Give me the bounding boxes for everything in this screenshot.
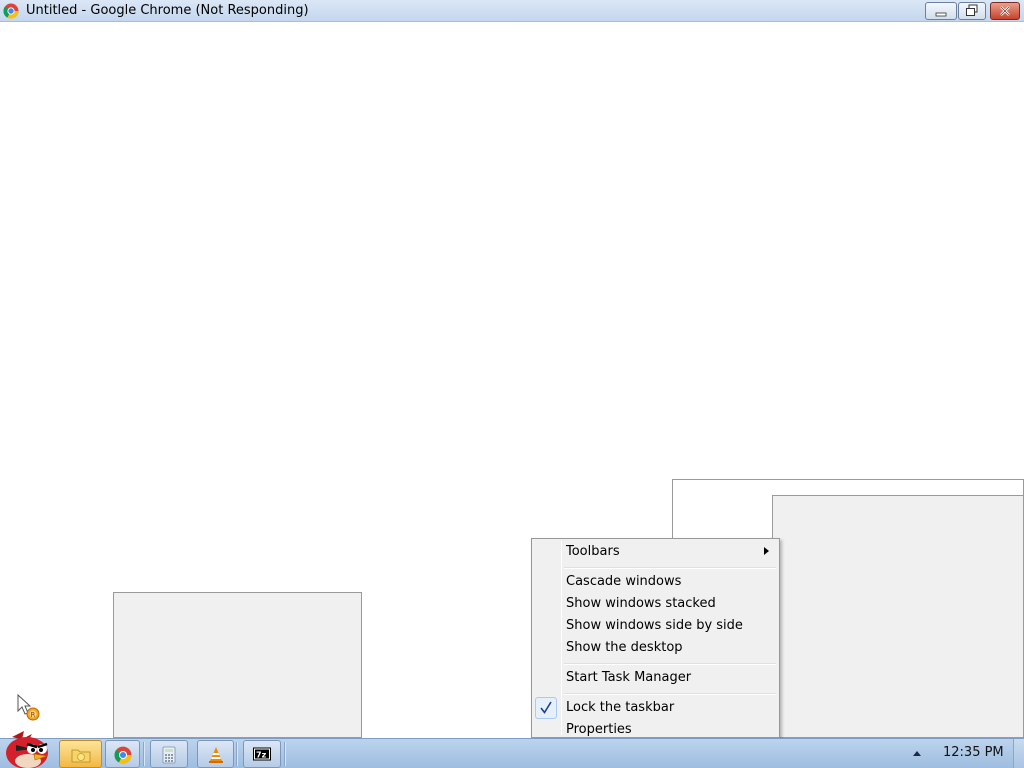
vlc-icon (208, 747, 223, 763)
taskbar-clock[interactable]: 12:35 PM (943, 745, 1004, 760)
taskbar-calculator-button[interactable] (150, 740, 188, 768)
menu-item-label: Show the desktop (566, 640, 683, 655)
svg-text:R: R (31, 711, 36, 719)
menu-item-label: Toolbars (566, 544, 620, 559)
ghost-window-left (113, 592, 362, 738)
explorer-folder-icon (71, 749, 90, 763)
checkmark-icon (540, 701, 552, 714)
submenu-arrow-icon (764, 547, 769, 555)
start-button[interactable] (2, 731, 52, 768)
taskbar-vlc-button[interactable] (197, 740, 234, 768)
menu-separator (564, 663, 776, 665)
7zip-icon: 7z (253, 747, 271, 761)
taskbar-7zip-button[interactable]: 7z (243, 740, 281, 768)
menu-item-label: Start Task Manager (566, 670, 692, 685)
taskbar-context-menu: Toolbars Cascade windows Show windows st… (531, 538, 780, 738)
taskbar-chrome-button[interactable] (105, 740, 140, 768)
ghost-window-front (772, 495, 1024, 738)
menu-item-label: Show windows stacked (566, 596, 716, 611)
close-button[interactable] (990, 2, 1020, 20)
chrome-title-bar[interactable]: Untitled - Google Chrome (Not Responding… (0, 0, 1024, 22)
window-title: Untitled - Google Chrome (Not Responding… (26, 3, 309, 18)
restore-button[interactable] (958, 2, 986, 20)
angry-birds-start-icon (6, 731, 48, 768)
menu-separator (564, 567, 776, 569)
busy-cursor-icon: R (17, 694, 40, 721)
menu-item-label: Properties (566, 722, 632, 737)
close-icon (1000, 6, 1010, 16)
menu-item-show-windows-stacked[interactable]: Show windows stacked (566, 594, 716, 614)
menu-item-cascade-windows[interactable]: Cascade windows (566, 572, 681, 592)
checkmark-box (535, 697, 557, 719)
menu-item-label: Cascade windows (566, 574, 682, 589)
taskbar-explorer-button[interactable] (59, 740, 102, 768)
menu-item-show-windows-side-by-side[interactable]: Show windows side by side (566, 616, 743, 636)
taskbar-divider (236, 742, 238, 766)
menu-item-properties[interactable]: Properties (566, 720, 632, 740)
calculator-icon (162, 746, 176, 764)
taskbar-divider (143, 742, 145, 766)
menu-item-lock-the-taskbar[interactable]: Lock the taskbar (566, 698, 674, 718)
taskbar-divider (284, 742, 286, 766)
menu-item-label: Lock the taskbar (566, 700, 675, 715)
show-desktop-button[interactable] (1013, 739, 1024, 768)
menu-item-label: Show windows side by side (566, 618, 743, 633)
minimize-icon (935, 12, 947, 17)
menu-gutter (561, 541, 562, 735)
minimize-button[interactable] (925, 2, 957, 20)
restore-icon (966, 4, 978, 16)
7zip-label: 7z (256, 751, 267, 760)
menu-separator (564, 693, 776, 695)
taskbar[interactable]: 7z 12:35 PM (0, 731, 1024, 768)
menu-item-start-task-manager[interactable]: Start Task Manager (566, 668, 691, 688)
show-hidden-icons-icon[interactable] (912, 748, 922, 758)
menu-item-show-the-desktop[interactable]: Show the desktop (566, 638, 683, 658)
chrome-icon (3, 3, 19, 19)
chrome-icon (114, 746, 131, 764)
menu-item-toolbars[interactable]: Toolbars (566, 542, 620, 562)
